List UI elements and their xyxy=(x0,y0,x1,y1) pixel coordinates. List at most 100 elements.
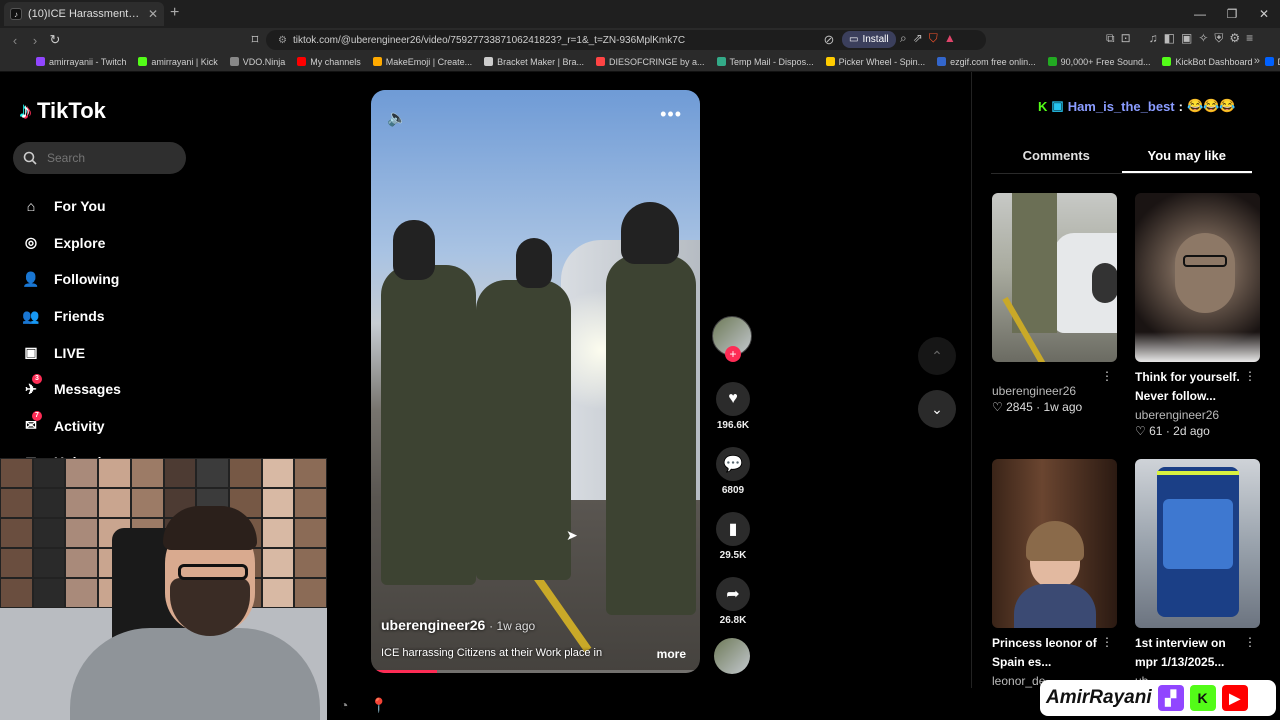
card-username[interactable]: uberengineer26 xyxy=(992,384,1117,398)
sidebar-item-explore[interactable]: ◎ Explore xyxy=(20,225,121,262)
recommended-card[interactable]: Princess leonor of Spain es... leonor_de… xyxy=(992,459,1117,688)
menu-icon[interactable]: ≡ xyxy=(1246,31,1253,46)
officer-right-helmet xyxy=(621,202,679,264)
tab-comments[interactable]: Comments xyxy=(991,144,1122,173)
music-disc-avatar[interactable] xyxy=(714,638,750,674)
card-thumbnail[interactable] xyxy=(992,459,1117,628)
bookmark-item[interactable]: DIESOFCRINGE by a... xyxy=(596,57,705,67)
card-title[interactable]: 1st interview on mpr 1/13/2025... xyxy=(1135,634,1250,672)
video-player[interactable]: 🔈 ••• uberengineer26 · 1w ago ICE harras… xyxy=(371,90,700,673)
more-options-icon[interactable]: ••• xyxy=(660,104,682,125)
bookmark-item[interactable]: Picker Wheel - Spin... xyxy=(825,57,925,67)
install-button[interactable]: ▭ Install xyxy=(842,31,896,48)
recommended-card[interactable]: Think for yourself. Never follow... uber… xyxy=(1135,193,1260,438)
zoom-icon[interactable]: ⌕ xyxy=(900,31,907,46)
sidebar-item-label: Messages xyxy=(54,381,121,398)
bookmark-label: 90,000+ Free Sound... xyxy=(1060,56,1151,67)
recommended-card[interactable]: 1st interview on mpr 1/13/2025... ub ⋮ xyxy=(1135,459,1260,688)
previous-video-button[interactable]: ⌃ xyxy=(918,337,956,375)
bookmark-item[interactable]: 90,000+ Free Sound... xyxy=(1047,56,1151,67)
card-more-icon[interactable]: ⋮ xyxy=(1101,635,1113,649)
minimize-icon[interactable]: — xyxy=(1184,0,1216,28)
recommended-card[interactable]: uberengineer26 ♡ 2845 · 1w ago ⋮ xyxy=(992,193,1117,414)
bookmark-item[interactable]: MakeEmoji | Create... xyxy=(372,57,472,67)
bookmark-item[interactable]: Temp Mail - Dispos... xyxy=(716,57,814,67)
close-tab-icon[interactable]: ✕ xyxy=(148,7,158,21)
leo-icon[interactable]: ✧ xyxy=(1198,31,1208,46)
bookmark-item[interactable]: ezgif.com free onlin... xyxy=(937,57,1036,67)
video-username[interactable]: uberengineer26 xyxy=(381,617,485,633)
card-thumbnail[interactable] xyxy=(1135,459,1260,628)
timer-icon[interactable]: ◔ xyxy=(340,697,348,713)
site-info-icon[interactable]: ⚙ xyxy=(278,35,287,46)
card-more-icon[interactable]: ⋮ xyxy=(1244,635,1256,649)
reload-icon[interactable]: ↻ xyxy=(46,31,64,49)
sidebar-item-live[interactable]: ▣ LIVE xyxy=(20,334,121,371)
video-author[interactable]: uberengineer26 · 1w ago xyxy=(381,617,535,633)
card-title[interactable]: Think for yourself. Never follow... xyxy=(1135,368,1250,406)
bookmark-item[interactable]: amirrayani | Kick xyxy=(138,56,218,67)
sidebar-item-friends[interactable]: 👥 Friends xyxy=(20,298,121,335)
bookmark-item[interactable]: Bracket Maker | Bra... xyxy=(484,57,584,67)
save-action[interactable]: ▮ 29.5K xyxy=(712,512,754,561)
vpn-icon[interactable]: ⛨ xyxy=(1214,31,1223,46)
comment-action[interactable]: 💬 6809 xyxy=(712,447,754,496)
window-controls: — ❐ ✕ xyxy=(1184,0,1280,28)
bookmark-save-icon[interactable]: ▮ xyxy=(716,512,750,546)
card-title[interactable]: Princess leonor of Spain es... xyxy=(992,634,1107,672)
close-window-icon[interactable]: ✕ xyxy=(1248,0,1280,28)
share-arrow-icon[interactable]: ➦ xyxy=(716,577,750,611)
settings-icon[interactable]: ⚙ xyxy=(1229,31,1240,46)
chat-separator: : xyxy=(1178,98,1183,114)
card-more-icon[interactable]: ⋮ xyxy=(1244,369,1256,383)
search-box[interactable] xyxy=(13,142,186,174)
sidebar-item-messages[interactable]: ✈ 3 Messages xyxy=(20,371,121,408)
heart-icon[interactable]: ♥ xyxy=(716,382,750,416)
messages-icon: ✈ 3 xyxy=(20,374,42,400)
bookmark-item[interactable]: KickBot Dashboard xyxy=(1162,57,1253,67)
brave-rewards-icon[interactable]: ▲ xyxy=(944,31,956,46)
sidebar-item-for-you[interactable]: ⌂ For You xyxy=(20,188,121,225)
restore-icon[interactable]: ❐ xyxy=(1216,0,1248,28)
video-progress[interactable] xyxy=(371,670,700,673)
next-video-button[interactable]: ⌄ xyxy=(918,390,956,428)
bookmark-item[interactable]: VDO.Ninja xyxy=(229,57,285,67)
more-bookmarks-icon[interactable]: » xyxy=(1254,55,1260,67)
extensions-icon[interactable]: ⧉ xyxy=(1106,31,1115,46)
bookmark-label: amirrayani | Kick xyxy=(151,56,218,67)
location-pin-icon[interactable]: 📍 xyxy=(370,697,387,714)
wallet-icon[interactable]: ▣ xyxy=(1181,31,1192,46)
forward-icon[interactable]: › xyxy=(26,31,44,49)
bookmark-icon[interactable]: ⌑ xyxy=(246,31,264,49)
tiktok-logo[interactable]: ♪ TikTok xyxy=(20,98,106,124)
reader-off-icon[interactable]: ⊘ xyxy=(820,31,838,49)
card-thumbnail[interactable] xyxy=(1135,193,1260,362)
collage-tile xyxy=(261,578,295,608)
browser-tab[interactable]: ♪ (10)ICE Harassment Incidents in ✕ xyxy=(4,2,164,26)
collage-tile xyxy=(32,518,66,548)
follow-plus-icon[interactable]: + xyxy=(725,346,741,362)
sidebar-icon[interactable]: ◧ xyxy=(1164,31,1175,46)
bookmark-favicon-icon xyxy=(825,57,835,66)
bookmark-item[interactable]: My channels xyxy=(297,57,361,67)
back-icon[interactable]: ‹ xyxy=(6,31,24,49)
share-action[interactable]: ➦ 26.8K xyxy=(712,577,754,626)
media-icon[interactable]: ♫ xyxy=(1149,31,1158,46)
search-input[interactable] xyxy=(47,151,167,165)
share-icon[interactable]: ⇗ xyxy=(913,31,923,46)
sidebar-item-activity[interactable]: ✉ 7 Activity xyxy=(20,408,121,445)
sidebar-item-following[interactable]: 👤 Following xyxy=(20,261,121,298)
brave-shield-icon[interactable]: ⛉ xyxy=(929,31,938,46)
screenshot-icon[interactable]: ⊡ xyxy=(1121,31,1131,46)
tab-you-may-like[interactable]: You may like xyxy=(1121,144,1252,173)
volume-icon[interactable]: 🔈 xyxy=(387,108,407,128)
card-username[interactable]: uberengineer26 xyxy=(1135,408,1260,422)
comment-icon[interactable]: 💬 xyxy=(716,447,750,481)
bookmark-item[interactable]: amirrayanii - Twitch xyxy=(36,57,126,67)
new-tab-icon[interactable]: + xyxy=(170,4,179,22)
card-more-icon[interactable]: ⋮ xyxy=(1101,369,1113,383)
more-button[interactable]: more xyxy=(657,647,686,661)
bookmark-item[interactable]: Dropbox xyxy=(1264,57,1280,67)
card-thumbnail[interactable] xyxy=(992,193,1117,362)
like-action[interactable]: ♥ 196.6K xyxy=(712,382,754,431)
